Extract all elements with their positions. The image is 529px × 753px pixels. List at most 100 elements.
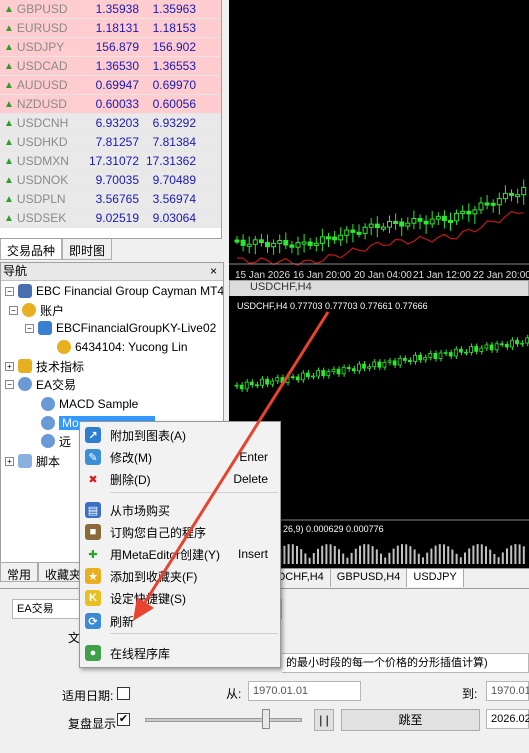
tree-macd-sample[interactable]: MACD Sample (41, 395, 138, 413)
collapse-icon[interactable]: − (5, 286, 14, 296)
candle (350, 224, 356, 243)
market-watch-row[interactable]: ▲ USDJPY 156.879 156.902 (0, 38, 221, 57)
symbol-label: USDNOK (16, 173, 69, 187)
pause-button[interactable]: | | (314, 709, 334, 731)
market-watch-row[interactable]: ▲ GBPUSD 1.35938 1.35963 (0, 0, 221, 19)
expand-icon[interactable]: + (5, 361, 14, 371)
bid-cell: 9.02519 (95, 211, 139, 225)
tree-indicators[interactable]: + 技术指标 (5, 357, 84, 375)
collapse-icon[interactable]: − (5, 379, 14, 389)
market-watch-row[interactable]: ▲ USDSEK 9.02519 9.03064 (0, 209, 221, 228)
candle (326, 368, 331, 379)
candle (341, 364, 346, 377)
use-date-checkbox[interactable] (117, 687, 130, 700)
market-watch-row[interactable]: ▲ AUDUSD 0.69947 0.69970 (0, 76, 221, 95)
tree-account[interactable]: 6434104: Yucong Lin (57, 338, 188, 356)
context-menu-item[interactable]: ✚ 用MetaEditor创建(Y) Insert (80, 543, 280, 565)
skip-to-button[interactable]: 跳至 (341, 709, 480, 731)
candle (332, 231, 338, 244)
direction-icon: ▲ (4, 136, 14, 148)
tree-root[interactable]: − EBC Financial Group Cayman MT4 (5, 282, 223, 300)
direction-icon: ▲ (4, 212, 14, 224)
candle (316, 367, 320, 380)
speed-slider-handle[interactable] (262, 709, 270, 729)
market-watch-row[interactable]: ▲ USDMXN 17.31072 17.31362 (0, 152, 221, 171)
histogram-bar (409, 546, 412, 564)
navigator-close-button[interactable]: × (210, 263, 217, 280)
direction-icon: ▲ (4, 193, 14, 205)
market-watch-panel: ▲ GBPUSD 1.35938 1.35963 ▲ EURUSD 1.18131 1.181… (0, 0, 222, 238)
context-menu-item[interactable]: ✖ 删除(D) Delete (80, 468, 280, 490)
bid-cell: 9.70035 (95, 173, 139, 187)
terminal-icon (18, 284, 32, 298)
ask-cell: 17.31362 (145, 154, 196, 168)
expert-icon (41, 416, 55, 430)
server-icon (38, 321, 52, 335)
histogram-bar (405, 544, 408, 564)
bid-cell: 0.60033 (95, 97, 139, 111)
tab-tick-chart[interactable]: 即时图 (62, 239, 113, 260)
candle (484, 341, 489, 352)
tree-experts-label: EA交易 (36, 377, 77, 392)
symbol-label: USDMXN (16, 154, 69, 168)
tree-accounts[interactable]: − 账户 (9, 301, 64, 319)
chart-window-top[interactable]: 15 Jan 2026 16 Jan 20:00 20 Jan 04:00 21… (229, 0, 529, 283)
model-select[interactable]: 的最小时段的每一个价格的分形插值计算) (282, 653, 529, 673)
candle (377, 358, 382, 371)
skip-date-field[interactable]: 2026.02 (486, 709, 529, 729)
market-watch-row[interactable]: ▲ EURUSD 1.18131 1.18153 (0, 19, 221, 38)
tab-common[interactable]: 常用 (0, 562, 39, 582)
market-watch-row[interactable]: ▲ USDCNH 6.93203 6.93292 (0, 114, 221, 133)
indicators-icon (18, 359, 32, 373)
context-menu-item[interactable]: ★ 添加到收藏夹(F) (80, 565, 280, 587)
menu-item-label: 在线程序库 (110, 646, 171, 661)
candle (464, 349, 468, 356)
tree-scripts[interactable]: + 脚本 (5, 452, 60, 470)
candle (368, 218, 374, 236)
chart-canvas-top[interactable]: 15 Jan 2026 16 Jan 20:00 20 Jan 04:00 21… (229, 0, 529, 283)
modify-icon: ✎ (85, 449, 101, 465)
tree-experts[interactable]: − EA交易 (5, 375, 76, 393)
market-watch-row[interactable]: ▲ USDHKD 7.81257 7.81384 (0, 133, 221, 152)
market-watch-row[interactable]: ▲ USDNOK 9.70035 9.70489 (0, 171, 221, 190)
tree-remote-expert[interactable]: 远 (41, 432, 71, 450)
direction-icon: ▲ (4, 98, 14, 110)
candle (418, 352, 423, 363)
symbol-cell: ▲ NZDUSD (0, 97, 86, 111)
histogram-bar (350, 552, 353, 564)
chart-window-title[interactable]: USDCHF,H4 (229, 280, 529, 297)
candle (234, 382, 239, 389)
tree-indicators-label: 技术指标 (36, 359, 85, 374)
tree-server[interactable]: − EBCFinancialGroupKY-Live02 (25, 319, 216, 337)
context-menu-item[interactable]: ■ 订购您自己的程序 (80, 521, 280, 543)
market-watch-row[interactable]: ▲ USDCAD 1.36530 1.36553 (0, 57, 221, 76)
context-menu-item[interactable]: ▤ 从市场购买 (80, 499, 280, 521)
chart-tab[interactable]: USDJPY (407, 569, 464, 587)
candle (479, 345, 484, 355)
from-date-field[interactable]: 1970.01.01 (248, 681, 361, 701)
menu-item-label: 添加到收藏夹(F) (110, 569, 198, 584)
candle (469, 343, 474, 356)
bid-cell: 7.81257 (95, 135, 139, 149)
expand-icon[interactable]: + (5, 456, 14, 466)
histogram-bar (447, 546, 450, 564)
collapse-icon[interactable]: − (9, 305, 18, 315)
context-menu-item[interactable]: ↗ 附加到图表(A) (80, 424, 280, 446)
tab-symbols[interactable]: 交易品种 (0, 239, 63, 260)
bid-cell: 17.31072 (88, 154, 139, 168)
visual-mode-checkbox[interactable]: ✔ (117, 713, 130, 726)
context-menu-item[interactable]: ✎ 修改(M) Enter (80, 446, 280, 468)
bid-cell: 156.879 (95, 40, 139, 54)
direction-icon: ▲ (4, 155, 14, 167)
speed-slider-track[interactable] (145, 718, 302, 722)
to-date-field[interactable]: 1970.01.01 (486, 681, 529, 701)
collapse-icon[interactable]: − (25, 323, 34, 333)
context-menu-item[interactable]: ● 在线程序库 (80, 642, 280, 664)
context-menu-item[interactable]: K 设定快捷键(S) (80, 587, 280, 609)
histogram-bar (346, 557, 349, 564)
chart-tab[interactable]: GBPUSD,H4 (331, 569, 408, 587)
market-watch-row[interactable]: ▲ NZDUSD 0.60033 0.60056 (0, 95, 221, 114)
context-menu-item[interactable]: ⟳ 刷新 (80, 610, 280, 632)
histogram-bar (443, 544, 445, 564)
market-watch-row[interactable]: ▲ USDPLN 3.56765 3.56974 (0, 190, 221, 209)
